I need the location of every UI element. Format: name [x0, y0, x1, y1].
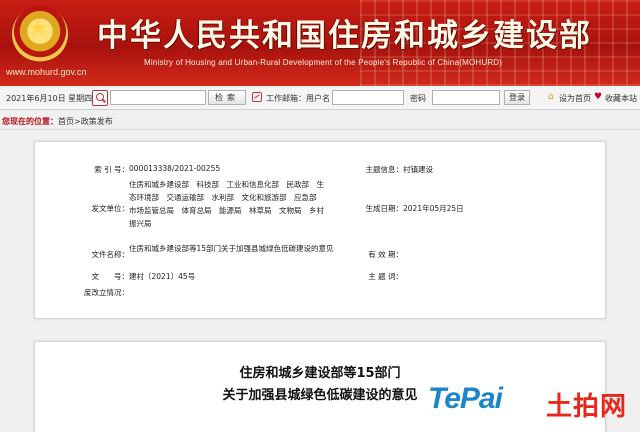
docname-value: 住房和城乡建设部等15部门关于加强县城绿色低碳建设的意见	[129, 244, 334, 253]
set-homepage-link[interactable]: 设为首页	[559, 93, 591, 104]
watermark-brand-en: TePai	[428, 382, 503, 415]
document-meta-panel: 索 引 号： 000013338/2021-00255 主题信息： 村镇建设 发…	[34, 141, 606, 319]
breadcrumb: 您现在的位置：首页>政策发布	[2, 116, 113, 127]
username-input[interactable]	[332, 90, 404, 105]
date-label: 生成日期：	[365, 204, 404, 213]
top-toolbar: 2021年6月10日 星期四 检索 工作邮箱：用户名 密码 登录 ⌂ 设为首页 …	[0, 86, 640, 110]
login-button[interactable]: 登录	[504, 90, 530, 105]
site-title: 中华人民共和国住房和城乡建设部	[97, 18, 592, 54]
topic-label: 主题信息：	[365, 165, 404, 174]
docno-value: 建村〔2021〕45号	[129, 272, 196, 281]
docno-label: 文 号：	[91, 272, 130, 281]
divider	[0, 129, 640, 130]
edit-icon	[252, 92, 262, 102]
site-title-english: Ministry of Housing and Urban-Rural Deve…	[144, 58, 503, 67]
keywords-label: 主 题 词：	[368, 272, 403, 281]
header-banner: ★ www.mohurd.gov.cn 中华人民共和国住房和城乡建设部 Mini…	[0, 0, 640, 86]
issuers-value: 住房和城乡建设部 科技部 工业和信息化部 民政部 生态环境部 交通运输部 水利部…	[129, 180, 324, 228]
index-label: 索 引 号：	[94, 165, 129, 174]
valid-label: 有 效 期：	[368, 250, 403, 259]
watermark-logo: TePai 土拍网	[428, 380, 640, 432]
date-value: 2021年05月25日	[403, 204, 464, 213]
current-date: 2021年6月10日 星期四	[6, 94, 93, 103]
abolish-label: 废改立情况：	[84, 288, 129, 297]
page: ★ www.mohurd.gov.cn 中华人民共和国住房和城乡建设部 Mini…	[0, 0, 640, 432]
site-url: www.mohurd.gov.cn	[6, 67, 87, 77]
search-input[interactable]	[110, 90, 206, 105]
password-input[interactable]	[432, 90, 500, 105]
issuers-label: 发文单位：	[91, 204, 130, 213]
home-icon: ⌂	[548, 92, 554, 102]
breadcrumb-path[interactable]: 首页>政策发布	[58, 117, 113, 126]
password-label: 密码	[410, 94, 426, 103]
index-value: 000013338/2021-00255	[129, 164, 221, 173]
docname-label: 文件名称：	[91, 250, 130, 259]
national-emblem-icon: ★	[12, 6, 68, 62]
username-label: 工作邮箱：用户名	[266, 94, 330, 103]
search-icon[interactable]	[92, 90, 108, 106]
watermark-brand-cn: 土拍网	[546, 392, 628, 422]
favorite-icon: ♥	[594, 92, 603, 102]
topic-value: 村镇建设	[403, 165, 433, 174]
breadcrumb-lead: 您现在的位置：	[2, 117, 58, 126]
search-button[interactable]: 检索	[208, 90, 246, 105]
add-favorite-link[interactable]: 收藏本站	[605, 93, 637, 104]
document-title-line-1: 住房和城乡建设部等15部门	[239, 366, 401, 381]
